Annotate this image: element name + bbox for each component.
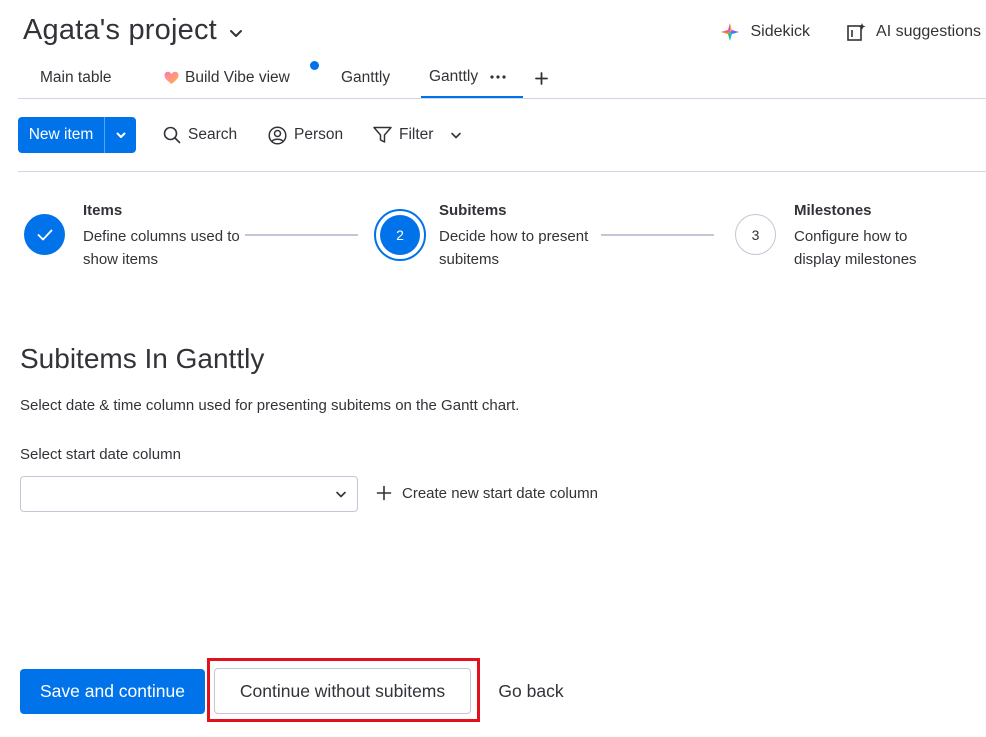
ai-suggestions-button[interactable]: AI suggestions: [846, 22, 981, 42]
person-icon: [268, 125, 287, 145]
heart-icon: [164, 71, 179, 84]
section-description: Select date & time column used for prese…: [20, 397, 520, 414]
checkmark-icon: [37, 229, 52, 240]
tab-label: Main table: [40, 69, 112, 86]
create-start-date-column-button[interactable]: Create new start date column: [376, 481, 598, 505]
filter-label: Filter: [399, 126, 434, 143]
step-3-pending: 3: [735, 214, 776, 255]
filter-button[interactable]: Filter: [373, 117, 462, 153]
continue-without-subitems-button[interactable]: Continue without subitems: [214, 668, 471, 714]
chevron-down-icon[interactable]: [450, 129, 462, 141]
chevron-down-icon: [336, 491, 346, 498]
step-1-complete: [24, 214, 65, 255]
new-item-button[interactable]: New item: [18, 117, 136, 153]
tab-build-vibe-view[interactable]: Build Vibe view: [164, 58, 290, 98]
step-connector: [245, 234, 358, 236]
tab-label: Build Vibe view: [185, 69, 290, 86]
filter-icon: [373, 126, 392, 143]
search-button[interactable]: Search: [163, 117, 237, 153]
sidekick-label: Sidekick: [750, 23, 811, 40]
tab-ganttly[interactable]: Ganttly: [341, 58, 390, 98]
setup-stepper: Items Define columns used to show items …: [0, 200, 986, 280]
tab-ganttly-active[interactable]: Ganttly: [421, 58, 523, 98]
create-column-label: Create new start date column: [402, 484, 598, 502]
step-2-active: 2: [374, 209, 426, 261]
person-filter-button[interactable]: Person: [268, 117, 343, 153]
start-date-field-label: Select start date column: [20, 446, 181, 463]
board-toolbar: New item Search Person Filter: [18, 117, 986, 172]
start-date-column-select[interactable]: [20, 476, 358, 512]
tab-label: Ganttly: [341, 69, 391, 86]
view-tabs: Main table Build Vibe view Ganttly Gantt…: [18, 58, 986, 99]
step-2-description: Decide how to present subitems: [439, 228, 589, 268]
ai-suggestions-icon: [847, 23, 866, 41]
person-label: Person: [294, 126, 344, 143]
project-title[interactable]: Agata's project: [23, 14, 245, 47]
step-connector: [601, 234, 714, 236]
ai-suggestions-label: AI suggestions: [876, 23, 981, 40]
step-3-number: 3: [751, 226, 760, 243]
new-item-dropdown[interactable]: [105, 117, 136, 153]
step-1-title: Items: [83, 202, 123, 219]
notification-dot: [310, 61, 319, 70]
step-3-description: Configure how to display milestones: [794, 228, 917, 268]
step-2-title: Subitems: [439, 202, 507, 219]
sidekick-sparkle-icon: [721, 23, 740, 41]
plus-icon: [376, 485, 392, 501]
chevron-down-icon: [116, 132, 125, 138]
step-3-title: Milestones: [794, 202, 872, 219]
project-title-text: Agata's project: [23, 14, 217, 46]
step-1-description: Define columns used to show items: [83, 228, 240, 268]
search-icon: [163, 126, 181, 144]
tab-label: Ganttly: [429, 68, 479, 85]
sidekick-button[interactable]: Sidekick: [720, 22, 810, 42]
header-actions: Sidekick AI suggestions: [720, 22, 981, 42]
tab-main-table[interactable]: Main table: [40, 58, 112, 98]
more-options-icon[interactable]: [490, 75, 506, 79]
chevron-down-icon[interactable]: [227, 24, 245, 42]
plus-icon: [535, 71, 548, 85]
go-back-button[interactable]: Go back: [486, 669, 576, 714]
save-and-continue-button[interactable]: Save and continue: [20, 669, 205, 714]
search-label: Search: [188, 126, 238, 143]
new-item-label[interactable]: New item: [18, 117, 105, 153]
section-title: Subitems In Ganttly: [20, 343, 265, 374]
add-view-button[interactable]: [535, 58, 548, 98]
step-2-number: 2: [380, 215, 420, 255]
